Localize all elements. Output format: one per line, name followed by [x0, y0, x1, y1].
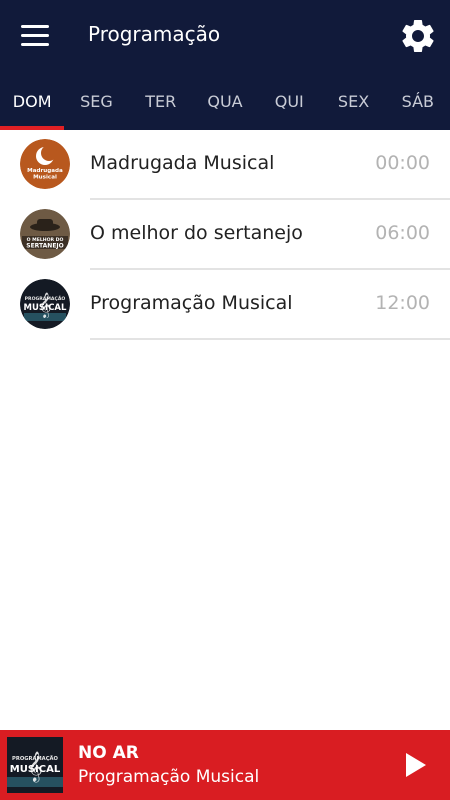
tab-dom[interactable]: DOM — [0, 72, 65, 130]
program-title: O melhor do sertanejo — [90, 222, 303, 244]
program-thumbnail: Madrugada Musical — [20, 139, 70, 189]
program-time: 00:00 — [375, 152, 430, 174]
program-title: Programação Musical — [90, 292, 293, 314]
tab-sab[interactable]: SÁB — [386, 72, 450, 130]
program-time: 12:00 — [375, 292, 430, 314]
day-tabs: DOM SEG TER QUA QUI SEX SÁB — [0, 72, 450, 130]
tab-label: DOM — [12, 91, 52, 111]
thumb-text: Madrugada — [27, 168, 63, 174]
program-title: Madrugada Musical — [90, 152, 275, 174]
svg-text:𝄞: 𝄞 — [27, 751, 42, 783]
tab-qua[interactable]: QUA — [193, 72, 257, 130]
treble-clef-logo-icon: PROGRAMAÇÃO MUSICAL 𝄞 — [7, 737, 63, 793]
page-title: Programação — [88, 22, 221, 46]
cowboy-hat-icon: O MELHOR DO SERTANEJO — [20, 209, 70, 259]
schedule-list: Madrugada Musical Madrugada Musical 00:0… — [0, 130, 450, 340]
menu-button[interactable] — [14, 18, 56, 54]
tab-qui[interactable]: QUI — [257, 72, 321, 130]
program-thumbnail: O MELHOR DO SERTANEJO — [20, 209, 70, 259]
moon-logo-icon: Madrugada Musical — [20, 139, 70, 189]
divider — [90, 338, 450, 340]
thumb-text: SERTANEJO — [26, 243, 64, 250]
list-item[interactable]: O MELHOR DO SERTANEJO O melhor do sertan… — [0, 200, 450, 270]
tab-label: QUA — [207, 91, 243, 111]
gear-icon — [402, 20, 434, 52]
tab-seg[interactable]: SEG — [64, 72, 128, 130]
list-item[interactable]: PROGRAMAÇÃO MUSICAL 𝄞 Programação Musica… — [0, 270, 450, 340]
tab-label: QUI — [274, 91, 304, 111]
list-item[interactable]: Madrugada Musical Madrugada Musical 00:0… — [0, 130, 450, 200]
now-playing-artwork: PROGRAMAÇÃO MUSICAL 𝄞 — [7, 737, 63, 793]
now-playing-title: Programação Musical — [78, 767, 260, 787]
play-button[interactable] — [398, 748, 432, 782]
tab-ter[interactable]: TER — [129, 72, 193, 130]
tab-label: TER — [145, 91, 177, 111]
tab-sex[interactable]: SEX — [321, 72, 385, 130]
thumb-text: Musical — [33, 175, 57, 181]
tab-label: SÁB — [401, 91, 435, 111]
svg-text:𝄞: 𝄞 — [38, 292, 51, 318]
program-time: 06:00 — [375, 222, 430, 244]
tab-label: SEG — [80, 91, 113, 111]
on-air-label: NO AR — [78, 743, 139, 763]
now-playing-bar[interactable]: PROGRAMAÇÃO MUSICAL 𝄞 NO AR Programação … — [0, 730, 450, 800]
program-thumbnail: PROGRAMAÇÃO MUSICAL 𝄞 — [20, 279, 70, 329]
app-bar: Programação — [0, 0, 450, 72]
settings-button[interactable] — [398, 16, 438, 56]
play-icon — [406, 753, 426, 777]
treble-clef-logo-icon: PROGRAMAÇÃO MUSICAL 𝄞 — [20, 279, 70, 329]
tab-label: SEX — [337, 91, 370, 111]
